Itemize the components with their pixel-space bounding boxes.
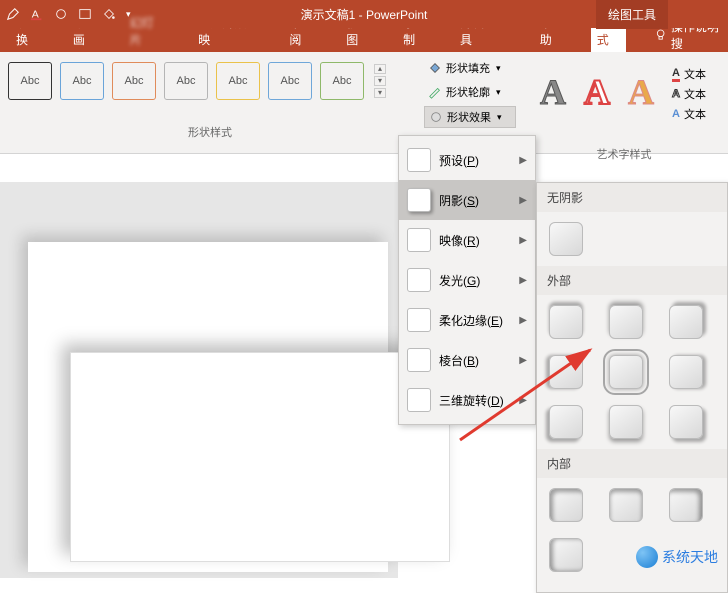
rectangle-icon[interactable] xyxy=(78,7,92,21)
glow-icon xyxy=(407,268,431,292)
group-wordart-styles: A A A A文本 A文本 A文本 艺术字样式 xyxy=(520,52,728,153)
shadow-outer-4[interactable] xyxy=(549,355,583,389)
shadow-inner-2[interactable] xyxy=(609,488,643,522)
chevron-right-icon: ▶ xyxy=(519,355,527,366)
title-bar: A ▾ 演示文稿1 - PowerPoint 绘图工具 xyxy=(0,0,728,28)
shadow-section-none: 无阴影 xyxy=(537,183,727,212)
shape-style-more[interactable]: ▴▾▾ xyxy=(374,64,386,98)
ribbon-tabs: 切换 动画 幻灯片 幻灯片放映 审阅 视图 录制 开发工具 帮助 格式 操作说明… xyxy=(0,28,728,52)
text-outline-button[interactable]: A文本 xyxy=(672,86,706,102)
shadow-none-swatch[interactable] xyxy=(549,222,583,256)
shadow-icon xyxy=(407,188,431,212)
paint-bucket-icon xyxy=(428,61,442,75)
wordart-side-controls: A文本 A文本 A文本 xyxy=(672,62,706,122)
chevron-right-icon: ▶ xyxy=(519,315,527,326)
wordart-style-2[interactable]: A xyxy=(584,71,610,113)
ribbon: Abc Abc Abc Abc Abc Abc Abc ▴▾▾ 形状样式 形状填… xyxy=(0,52,728,154)
contextual-tab-label: 绘图工具 xyxy=(596,0,668,29)
watermark: 系统天地 xyxy=(636,546,718,568)
lightbulb-icon xyxy=(654,28,667,42)
menu-soft-edges[interactable]: 柔化边缘(E) ▶ xyxy=(399,300,535,340)
bevel-icon xyxy=(407,348,431,372)
shadow-gallery: 无阴影 外部 内部 xyxy=(536,182,728,593)
shadow-outer-3[interactable] xyxy=(669,305,703,339)
shape-style-7[interactable]: Abc xyxy=(320,62,364,100)
effects-icon xyxy=(429,110,443,124)
globe-icon xyxy=(636,546,658,568)
shadow-section-outer: 外部 xyxy=(537,266,727,295)
soft-edges-icon xyxy=(407,308,431,332)
bucket-icon[interactable] xyxy=(102,7,116,21)
menu-glow[interactable]: 发光(G) ▶ xyxy=(399,260,535,300)
reflection-icon xyxy=(407,228,431,252)
menu-reflection[interactable]: 映像(R) ▶ xyxy=(399,220,535,260)
shadow-outer-6[interactable] xyxy=(669,355,703,389)
preset-icon xyxy=(407,148,431,172)
shape-outline-button[interactable]: 形状轮廓▾ xyxy=(424,82,516,102)
text-fill-button[interactable]: A文本 xyxy=(672,66,706,82)
chevron-right-icon: ▶ xyxy=(519,235,527,246)
shadow-inner-3[interactable] xyxy=(669,488,703,522)
shadow-outer-8[interactable] xyxy=(609,405,643,439)
chevron-right-icon: ▶ xyxy=(519,275,527,286)
shape-effects-button[interactable]: 形状效果▾ xyxy=(424,106,516,128)
circle-icon[interactable] xyxy=(54,7,68,21)
shadow-outer-5-selected[interactable] xyxy=(609,355,643,389)
group-shape-styles: Abc Abc Abc Abc Abc Abc Abc ▴▾▾ 形状样式 xyxy=(0,52,420,153)
shadow-outer-2[interactable] xyxy=(609,305,643,339)
chevron-right-icon: ▶ xyxy=(519,195,527,206)
menu-bevel[interactable]: 棱台(B) ▶ xyxy=(399,340,535,380)
shadow-outer-9[interactable] xyxy=(669,405,703,439)
wordart-style-1[interactable]: A xyxy=(540,71,566,113)
menu-3d-rotation[interactable]: 三维旋转(D) ▶ xyxy=(399,380,535,420)
shape-effects-menu: 预设(P) ▶ 阴影(S) ▶ 映像(R) ▶ 发光(G) ▶ 柔化边缘(E) … xyxy=(398,135,536,425)
shadow-outer-1[interactable] xyxy=(549,305,583,339)
group-label-shape-styles: 形状样式 xyxy=(0,106,420,140)
text-effects-button[interactable]: A文本 xyxy=(672,106,706,122)
rotate-3d-icon xyxy=(407,388,431,412)
window-title: 演示文稿1 - PowerPoint xyxy=(301,6,428,23)
quick-access-toolbar: A ▾ xyxy=(0,7,131,21)
menu-shadow[interactable]: 阴影(S) ▶ xyxy=(399,180,535,220)
shape-style-1[interactable]: Abc xyxy=(8,62,52,100)
shadow-outer-7[interactable] xyxy=(549,405,583,439)
shadow-section-inner: 内部 xyxy=(537,449,727,478)
group-label-wordart: 艺术字样式 xyxy=(520,128,728,162)
wordart-style-3[interactable]: A xyxy=(628,71,654,113)
chevron-right-icon: ▶ xyxy=(519,155,527,166)
shape-style-3[interactable]: Abc xyxy=(112,62,156,100)
menu-preset[interactable]: 预设(P) ▶ xyxy=(399,140,535,180)
chevron-right-icon: ▶ xyxy=(519,395,527,406)
tab-blurred[interactable]: 幻灯片 xyxy=(124,10,170,52)
shape-style-5[interactable]: Abc xyxy=(216,62,260,100)
pen-icon[interactable] xyxy=(6,7,20,21)
shape-style-4[interactable]: Abc xyxy=(164,62,208,100)
font-color-icon[interactable]: A xyxy=(30,7,44,21)
shadow-inner-4[interactable] xyxy=(549,538,583,572)
shape-fill-button[interactable]: 形状填充▾ xyxy=(424,58,516,78)
shape-style-2[interactable]: Abc xyxy=(60,62,104,100)
slide-canvas xyxy=(0,182,398,578)
shape-style-6[interactable]: Abc xyxy=(268,62,312,100)
selected-shape[interactable] xyxy=(70,352,450,562)
pen-outline-icon xyxy=(428,85,442,99)
shadow-inner-1[interactable] xyxy=(549,488,583,522)
